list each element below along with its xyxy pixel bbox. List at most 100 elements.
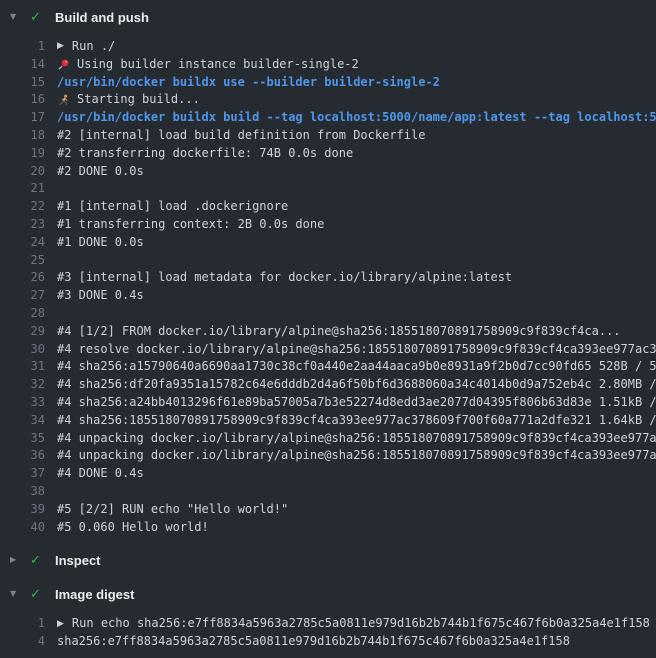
log-line: 30 #4 resolve docker.io/library/alpine@s…: [0, 341, 656, 359]
log-line-text: /usr/bin/docker buildx use --builder bui…: [45, 74, 440, 92]
log-line-number: 36: [0, 447, 45, 465]
log-line-number: 29: [0, 323, 45, 341]
success-check-icon: ✓: [30, 588, 49, 601]
log-line-number: 19: [0, 145, 45, 163]
log-line-content: #5 [2/2] RUN echo "Hello world!": [57, 501, 288, 519]
log-line-content: #4 unpacking docker.io/library/alpine@sh…: [57, 430, 656, 448]
log-line-number: 35: [0, 430, 45, 448]
log-line-text: #4 sha256:a15790640a6690aa1730c38cf0a440…: [45, 358, 656, 376]
log-line: 15 /usr/bin/docker buildx use --builder …: [0, 74, 656, 92]
log-line-number: 31: [0, 358, 45, 376]
log-line-content: Run echo sha256:e7ff8834a5963a2785c5a081…: [72, 615, 650, 633]
log-line-content: Using builder instance builder-single-2: [77, 56, 359, 74]
log-group-image-digest: ▼ ✓ Image digest 1 ▶ Run echo sha256:e7ff…: [0, 577, 656, 658]
log-line-text: [45, 252, 57, 270]
log-line-content: #3 DONE 0.4s: [57, 287, 144, 305]
log-lines: 1 ▶Run ./ 14 Using builder instance buil…: [0, 34, 656, 543]
log-line: 22 #1 [internal] load .dockerignore: [0, 198, 656, 216]
log-line: 33 #4 sha256:a24bb4013296f61e89ba57005a7…: [0, 394, 656, 412]
log-line-content: #4 DONE 0.4s: [57, 465, 144, 483]
log-line-text: #3 DONE 0.4s: [45, 287, 144, 305]
log-line-text: #1 transferring context: 2B 0.0s done: [45, 216, 324, 234]
chevron-right-icon[interactable]: ▶: [10, 556, 26, 564]
log-line: 31 #4 sha256:a15790640a6690aa1730c38cf0a…: [0, 358, 656, 376]
log-line: 23 #1 transferring context: 2B 0.0s done: [0, 216, 656, 234]
log-line-text: [45, 180, 57, 198]
log-line-content: #4 sha256:185518070891758909c9f839cf4ca3…: [57, 412, 656, 430]
log-line-number: 26: [0, 269, 45, 287]
log-line-number: 34: [0, 412, 45, 430]
log-line-text: Starting build...: [45, 91, 200, 109]
log-line-number: 20: [0, 163, 45, 181]
log-line-text: #4 [1/2] FROM docker.io/library/alpine@s…: [45, 323, 621, 341]
chevron-down-icon[interactable]: ▼: [10, 13, 26, 21]
log-line: 24 #1 DONE 0.0s: [0, 234, 656, 252]
log-line: 20 #2 DONE 0.0s: [0, 163, 656, 181]
log-line: 36 #4 unpacking docker.io/library/alpine…: [0, 447, 656, 465]
log-line: 37 #4 DONE 0.4s: [0, 465, 656, 483]
log-line: 18 #2 [internal] load build definition f…: [0, 127, 656, 145]
log-line: 14 Using builder instance builder-single…: [0, 56, 656, 74]
log-line-number: 28: [0, 305, 45, 323]
log-line-content: #1 [internal] load .dockerignore: [57, 198, 288, 216]
log-line: 17 /usr/bin/docker buildx build --tag lo…: [0, 109, 656, 127]
log-line-text: [45, 305, 57, 323]
log-line: 1 ▶Run ./: [0, 38, 656, 56]
log-line: 21: [0, 180, 656, 198]
log-line-text: #4 sha256:a24bb4013296f61e89ba57005a7b3e…: [45, 394, 656, 412]
log-line: 34 #4 sha256:185518070891758909c9f839cf4…: [0, 412, 656, 430]
runner-icon: [57, 94, 70, 107]
log-line-number: 39: [0, 501, 45, 519]
log-line-text: #3 [internal] load metadata for docker.i…: [45, 269, 512, 287]
log-line-text: /usr/bin/docker buildx build --tag local…: [45, 109, 656, 127]
log-line-content: #4 sha256:a15790640a6690aa1730c38cf0a440…: [57, 358, 656, 376]
success-check-icon: ✓: [30, 554, 49, 567]
log-group-header-build-and-push[interactable]: ▼ ✓ Build and push: [0, 0, 656, 34]
log-group-header-inspect[interactable]: ▶ ✓ Inspect: [0, 543, 656, 577]
log-line-content: #2 transferring dockerfile: 74B 0.0s don…: [57, 145, 353, 163]
log-line: 28: [0, 305, 656, 323]
log-line-number: 27: [0, 287, 45, 305]
log-line-content: #4 resolve docker.io/library/alpine@sha2…: [57, 341, 656, 359]
log-line-number: 18: [0, 127, 45, 145]
log-line: 29 #4 [1/2] FROM docker.io/library/alpin…: [0, 323, 656, 341]
log-line: 4 sha256:e7ff8834a5963a2785c5a0811e979d1…: [0, 633, 656, 651]
log-group-title: Build and push: [55, 10, 149, 25]
log-group-header-image-digest[interactable]: ▼ ✓ Image digest: [0, 577, 656, 611]
log-line-text: ▶ Run echo sha256:e7ff8834a5963a2785c5a08…: [45, 615, 650, 633]
log-line-number: 1: [0, 615, 45, 633]
log-line: 39 #5 [2/2] RUN echo "Hello world!": [0, 501, 656, 519]
log-line-number: 40: [0, 519, 45, 537]
log-line-number: 32: [0, 376, 45, 394]
log-line-content: /usr/bin/docker buildx build --tag local…: [57, 109, 656, 127]
log-line: 1 ▶ Run echo sha256:e7ff8834a5963a2785c5a…: [0, 615, 656, 633]
log-line: 38: [0, 483, 656, 501]
log-line-number: 37: [0, 465, 45, 483]
log-line-number: 23: [0, 216, 45, 234]
log-line-content: #4 unpacking docker.io/library/alpine@sh…: [57, 447, 656, 465]
log-line-text: Using builder instance builder-single-2: [45, 56, 359, 74]
log-line-text: #5 [2/2] RUN echo "Hello world!": [45, 501, 288, 519]
log-group-inspect: ▶ ✓ Inspect: [0, 543, 656, 577]
log-line-content: #5 0.060 Hello world!: [57, 519, 209, 537]
log-line: 32 #4 sha256:df20fa9351a15782c64e6dddb2d…: [0, 376, 656, 394]
log-line-text: ▶Run ./: [45, 38, 115, 56]
log-line-content: #3 [internal] load metadata for docker.i…: [57, 269, 512, 287]
expand-run-icon[interactable]: ▶: [57, 620, 64, 629]
log-line-text: #4 resolve docker.io/library/alpine@sha2…: [45, 341, 656, 359]
log-line-content: /usr/bin/docker buildx use --builder bui…: [57, 74, 440, 92]
log-line-number: 17: [0, 109, 45, 127]
log-line-text: #1 [internal] load .dockerignore: [45, 198, 288, 216]
log-line: 40 #5 0.060 Hello world!: [0, 519, 656, 537]
log-line-text: #4 unpacking docker.io/library/alpine@sh…: [45, 447, 656, 465]
log-group-title: Inspect: [55, 553, 101, 568]
log-line-text: sha256:e7ff8834a5963a2785c5a0811e979d16b…: [45, 633, 570, 651]
workflow-log: ▼ ✓ Build and push 1 ▶Run ./ 14 Using bu…: [0, 0, 656, 658]
log-line-text: #2 [internal] load build definition from…: [45, 127, 425, 145]
expand-run-icon[interactable]: ▶: [57, 42, 64, 51]
log-line-number: 16: [0, 91, 45, 109]
log-line-content: Starting build...: [77, 91, 200, 109]
log-line: 25: [0, 252, 656, 270]
log-line-number: 24: [0, 234, 45, 252]
chevron-down-icon[interactable]: ▼: [10, 590, 26, 598]
